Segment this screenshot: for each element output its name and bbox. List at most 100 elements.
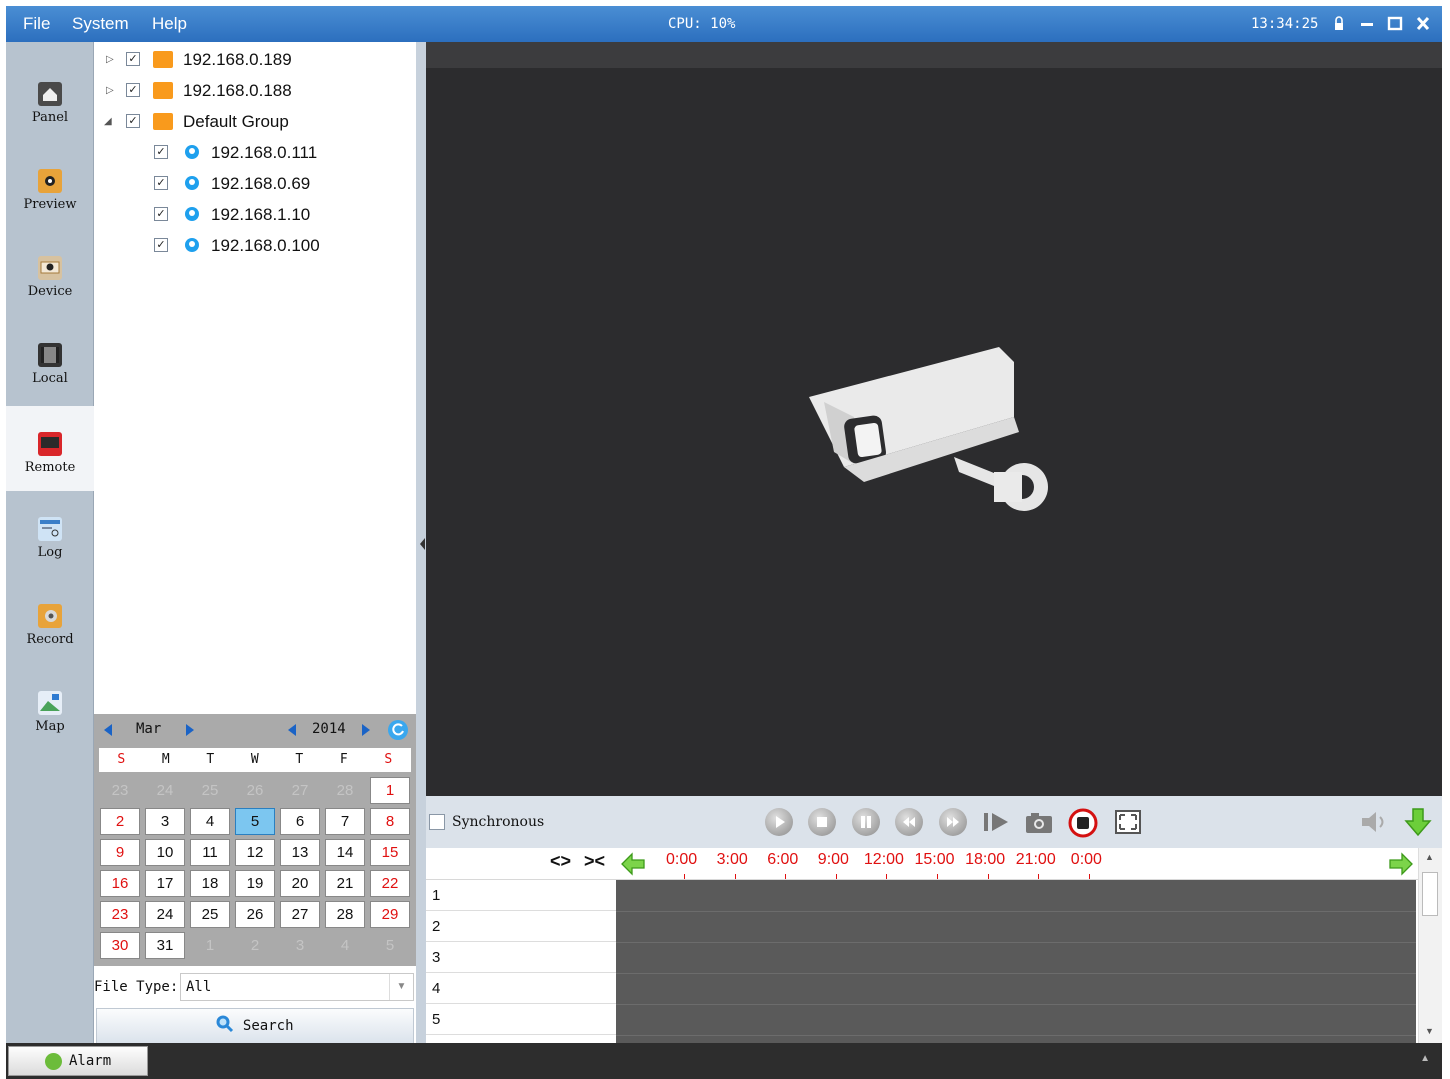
channel-row[interactable]: 3 (426, 942, 616, 973)
channel-row[interactable]: 5 (426, 1004, 616, 1035)
calendar-day[interactable]: 24 (145, 901, 185, 928)
calendar-day[interactable]: 3 (145, 808, 185, 835)
close-icon[interactable] (1412, 14, 1434, 34)
menu-system[interactable]: System (72, 6, 129, 42)
pause-icon[interactable] (852, 808, 880, 836)
device-checkbox[interactable]: ✓ (154, 238, 168, 252)
next-year-icon[interactable] (362, 724, 370, 736)
calendar-day[interactable]: 20 (280, 870, 320, 897)
calendar-day[interactable]: 2 (235, 932, 275, 959)
nav-log[interactable]: Log (6, 505, 94, 587)
nav-preview[interactable]: Preview (6, 157, 94, 239)
group-checkbox[interactable]: ✓ (126, 114, 140, 128)
refresh-icon[interactable] (388, 720, 408, 740)
video-window[interactable] (426, 42, 1442, 796)
timeline-scrollbar[interactable]: ▲ ▼ (1418, 848, 1442, 1043)
calendar-day[interactable]: 28 (325, 901, 365, 928)
calendar-day[interactable]: 8 (370, 808, 410, 835)
zoom-out-button[interactable]: >< (584, 851, 605, 872)
menu-file[interactable]: File (23, 6, 50, 42)
calendar-day[interactable]: 29 (370, 901, 410, 928)
snapshot-icon[interactable] (1024, 809, 1054, 835)
calendar-day[interactable]: 12 (235, 839, 275, 866)
volume-icon[interactable] (1360, 810, 1390, 834)
calendar-day[interactable]: 3 (280, 932, 320, 959)
maximize-icon[interactable] (1384, 14, 1406, 34)
calendar-day[interactable]: 17 (145, 870, 185, 897)
alarm-button[interactable]: Alarm (8, 1046, 148, 1076)
chevron-down-icon[interactable]: ▼ (389, 974, 413, 1000)
tree-group-row[interactable]: ◢ ✓ Default Group (94, 106, 416, 137)
lock-icon[interactable] (1328, 14, 1350, 34)
timeline-next-icon[interactable] (1388, 852, 1414, 876)
file-type-select[interactable]: All ▼ (180, 973, 414, 1001)
scroll-up-icon[interactable]: ▲ (1425, 852, 1434, 862)
slow-down-icon[interactable] (895, 808, 923, 836)
scroll-down-icon[interactable]: ▼ (1425, 1026, 1434, 1036)
calendar-day[interactable]: 26 (235, 777, 275, 804)
calendar-day[interactable]: 22 (370, 870, 410, 897)
zoom-in-button[interactable]: <> (550, 851, 571, 872)
channel-row[interactable]: 2 (426, 911, 616, 942)
nav-remote[interactable]: Remote (6, 406, 94, 491)
calendar-day[interactable]: 31 (145, 932, 185, 959)
timeline-tracks[interactable] (616, 880, 1416, 1043)
calendar-day[interactable]: 26 (235, 901, 275, 928)
timeline-prev-icon[interactable] (620, 852, 646, 876)
expand-arrow-icon[interactable]: ▷ (106, 44, 114, 75)
minimize-icon[interactable] (1356, 14, 1378, 34)
tree-group-row[interactable]: ▷ ✓ 192.168.0.189 (94, 44, 416, 75)
step-frame-icon[interactable] (982, 809, 1012, 835)
next-month-icon[interactable] (186, 724, 194, 736)
calendar-day[interactable]: 1 (370, 777, 410, 804)
record-stop-icon[interactable] (1067, 807, 1099, 839)
calendar-day[interactable]: 2 (100, 808, 140, 835)
group-checkbox[interactable]: ✓ (126, 83, 140, 97)
calendar-day[interactable]: 23 (100, 777, 140, 804)
fullscreen-icon[interactable] (1114, 809, 1142, 835)
expand-arrow-icon[interactable]: ▷ (106, 75, 114, 106)
calendar-day[interactable]: 6 (280, 808, 320, 835)
channel-row[interactable]: 4 (426, 973, 616, 1004)
calendar-day[interactable]: 1 (190, 932, 230, 959)
tree-group-row[interactable]: ▷ ✓ 192.168.0.188 (94, 75, 416, 106)
calendar-day[interactable]: 10 (145, 839, 185, 866)
calendar-day[interactable]: 9 (100, 839, 140, 866)
calendar-day[interactable]: 28 (325, 777, 365, 804)
calendar-day[interactable]: 11 (190, 839, 230, 866)
tree-device-row[interactable]: ✓ 192.168.1.10 (94, 199, 416, 230)
calendar-day[interactable]: 4 (325, 932, 365, 959)
calendar-day[interactable]: 30 (100, 932, 140, 959)
calendar-day[interactable]: 5 (235, 808, 275, 835)
calendar-day[interactable]: 7 (325, 808, 365, 835)
calendar-day[interactable]: 14 (325, 839, 365, 866)
stop-icon[interactable] (808, 808, 836, 836)
search-button[interactable]: Search (96, 1008, 414, 1044)
prev-year-icon[interactable] (288, 724, 296, 736)
tree-device-row[interactable]: ✓ 192.168.0.69 (94, 168, 416, 199)
calendar-day[interactable]: 21 (325, 870, 365, 897)
calendar-day[interactable]: 25 (190, 777, 230, 804)
download-icon[interactable] (1402, 806, 1434, 838)
device-checkbox[interactable]: ✓ (154, 207, 168, 221)
expand-up-icon[interactable]: ▲ (1420, 1053, 1430, 1064)
calendar-day[interactable]: 13 (280, 839, 320, 866)
calendar-day[interactable]: 27 (280, 901, 320, 928)
collapse-arrow-icon[interactable]: ◢ (104, 106, 112, 137)
group-checkbox[interactable]: ✓ (126, 52, 140, 66)
menu-help[interactable]: Help (152, 6, 187, 42)
calendar-day[interactable]: 15 (370, 839, 410, 866)
prev-month-icon[interactable] (104, 724, 112, 736)
channel-row[interactable]: 1 (426, 880, 616, 911)
fast-forward-icon[interactable] (939, 808, 967, 836)
nav-panel[interactable]: Panel (6, 70, 94, 152)
calendar-day[interactable]: 27 (280, 777, 320, 804)
calendar-day[interactable]: 18 (190, 870, 230, 897)
calendar-day[interactable]: 4 (190, 808, 230, 835)
calendar-day[interactable]: 5 (370, 932, 410, 959)
calendar-day[interactable]: 24 (145, 777, 185, 804)
calendar-day[interactable]: 25 (190, 901, 230, 928)
nav-map[interactable]: Map (6, 679, 94, 761)
device-checkbox[interactable]: ✓ (154, 145, 168, 159)
synchronous-checkbox[interactable] (429, 814, 445, 830)
